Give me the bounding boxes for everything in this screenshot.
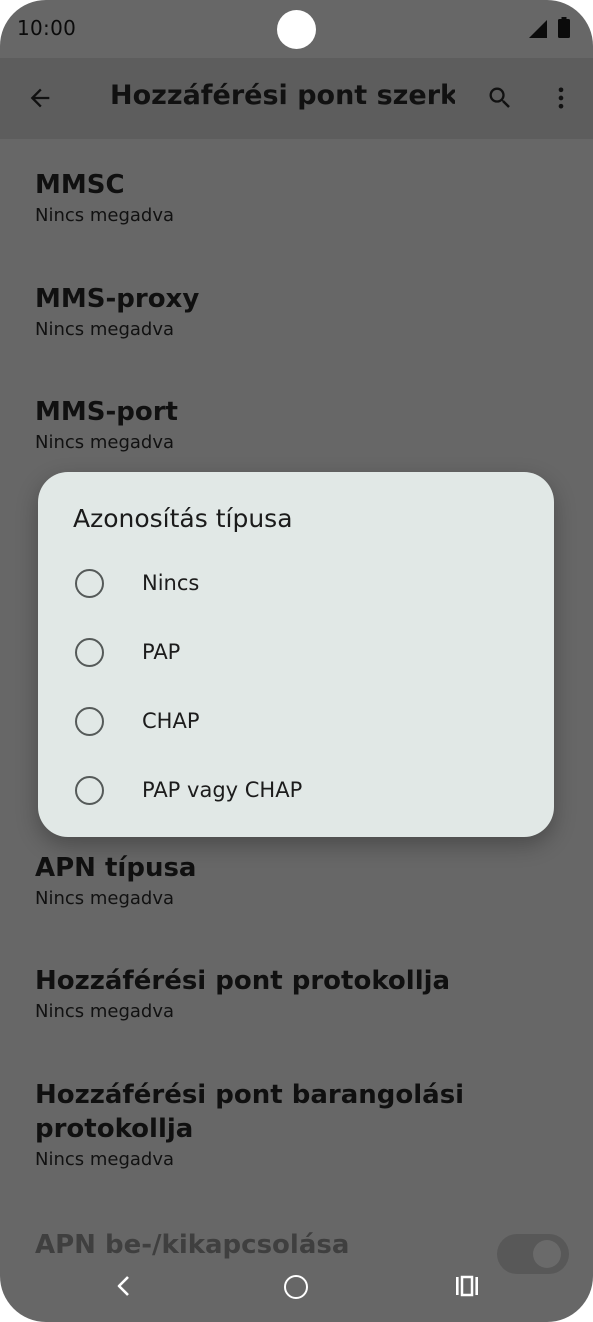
setting-summary: Nincs megadva <box>35 1149 175 1170</box>
phone-screen: 10:00 Hozzáférési pont szerk... MMSC Nin… <box>0 0 593 1322</box>
setting-mms-proxy[interactable]: MMS-proxy Nincs megadva <box>35 282 555 342</box>
signal-icon <box>529 20 547 38</box>
setting-title: APN be-/kikapcsolása <box>35 1230 350 1260</box>
search-button[interactable] <box>480 78 520 118</box>
option-chap[interactable]: CHAP <box>38 693 554 751</box>
setting-title: Hozzáférési pont protokollja <box>35 966 451 996</box>
setting-apn-roaming-protocol[interactable]: Hozzáférési pont barangolási protokollja… <box>35 1078 555 1172</box>
radio-button[interactable] <box>75 638 104 667</box>
navigation-bar <box>0 1258 593 1322</box>
nav-back-button[interactable] <box>108 1270 140 1302</box>
chevron-left-icon <box>117 1276 129 1296</box>
nav-recents-button[interactable] <box>451 1270 483 1302</box>
arrow-left-icon <box>30 88 50 108</box>
option-nincs[interactable]: Nincs <box>38 555 554 613</box>
dialog-title: Azonosítás típusa <box>73 504 293 533</box>
setting-mmsc[interactable]: MMSC Nincs megadva <box>35 168 555 228</box>
camera-cutout <box>277 10 316 49</box>
setting-mms-port[interactable]: MMS-port Nincs megadva <box>35 395 555 455</box>
setting-summary: Nincs megadva <box>35 888 175 909</box>
setting-apn-protocol[interactable]: Hozzáférési pont protokollja Nincs megad… <box>35 964 555 1024</box>
option-label: Nincs <box>142 571 200 595</box>
back-button[interactable] <box>20 78 60 118</box>
option-pap-or-chap[interactable]: PAP vagy CHAP <box>38 762 554 820</box>
more-options-button[interactable] <box>541 78 581 118</box>
setting-apn-type[interactable]: APN típusa Nincs megadva <box>35 851 555 911</box>
radio-button[interactable] <box>75 776 104 805</box>
setting-summary: Nincs megadva <box>35 205 175 226</box>
option-pap[interactable]: PAP <box>38 624 554 682</box>
battery-icon <box>558 17 570 38</box>
setting-title: APN típusa <box>35 853 197 883</box>
nav-home-button[interactable] <box>284 1275 308 1299</box>
app-bar: Hozzáférési pont szerk... <box>0 58 593 139</box>
auth-type-dialog: Azonosítás típusa Nincs PAP CHAP PAP vag… <box>38 472 554 837</box>
setting-title: MMS-proxy <box>35 284 200 314</box>
setting-apn-enable[interactable]: APN be-/kikapcsolása <box>35 1228 555 1262</box>
setting-title: MMS-port <box>35 397 178 427</box>
radio-button[interactable] <box>75 707 104 736</box>
option-label: PAP vagy CHAP <box>142 778 303 802</box>
status-time: 10:00 <box>17 16 77 40</box>
setting-summary: Nincs megadva <box>35 432 175 453</box>
setting-summary: Nincs megadva <box>35 1001 175 1022</box>
setting-summary: Nincs megadva <box>35 319 175 340</box>
setting-title-line2: protokollja <box>35 1114 194 1144</box>
setting-title: MMSC <box>35 170 125 200</box>
setting-title-line1: Hozzáférési pont barangolási <box>35 1080 465 1110</box>
search-icon <box>489 87 510 108</box>
radio-button[interactable] <box>75 569 104 598</box>
page-title: Hozzáférési pont szerk... <box>110 80 455 111</box>
option-label: CHAP <box>142 709 200 733</box>
more-vert-icon <box>558 87 564 109</box>
recents-icon <box>456 1275 478 1297</box>
option-label: PAP <box>142 640 181 664</box>
status-bar: 10:00 <box>0 0 593 58</box>
